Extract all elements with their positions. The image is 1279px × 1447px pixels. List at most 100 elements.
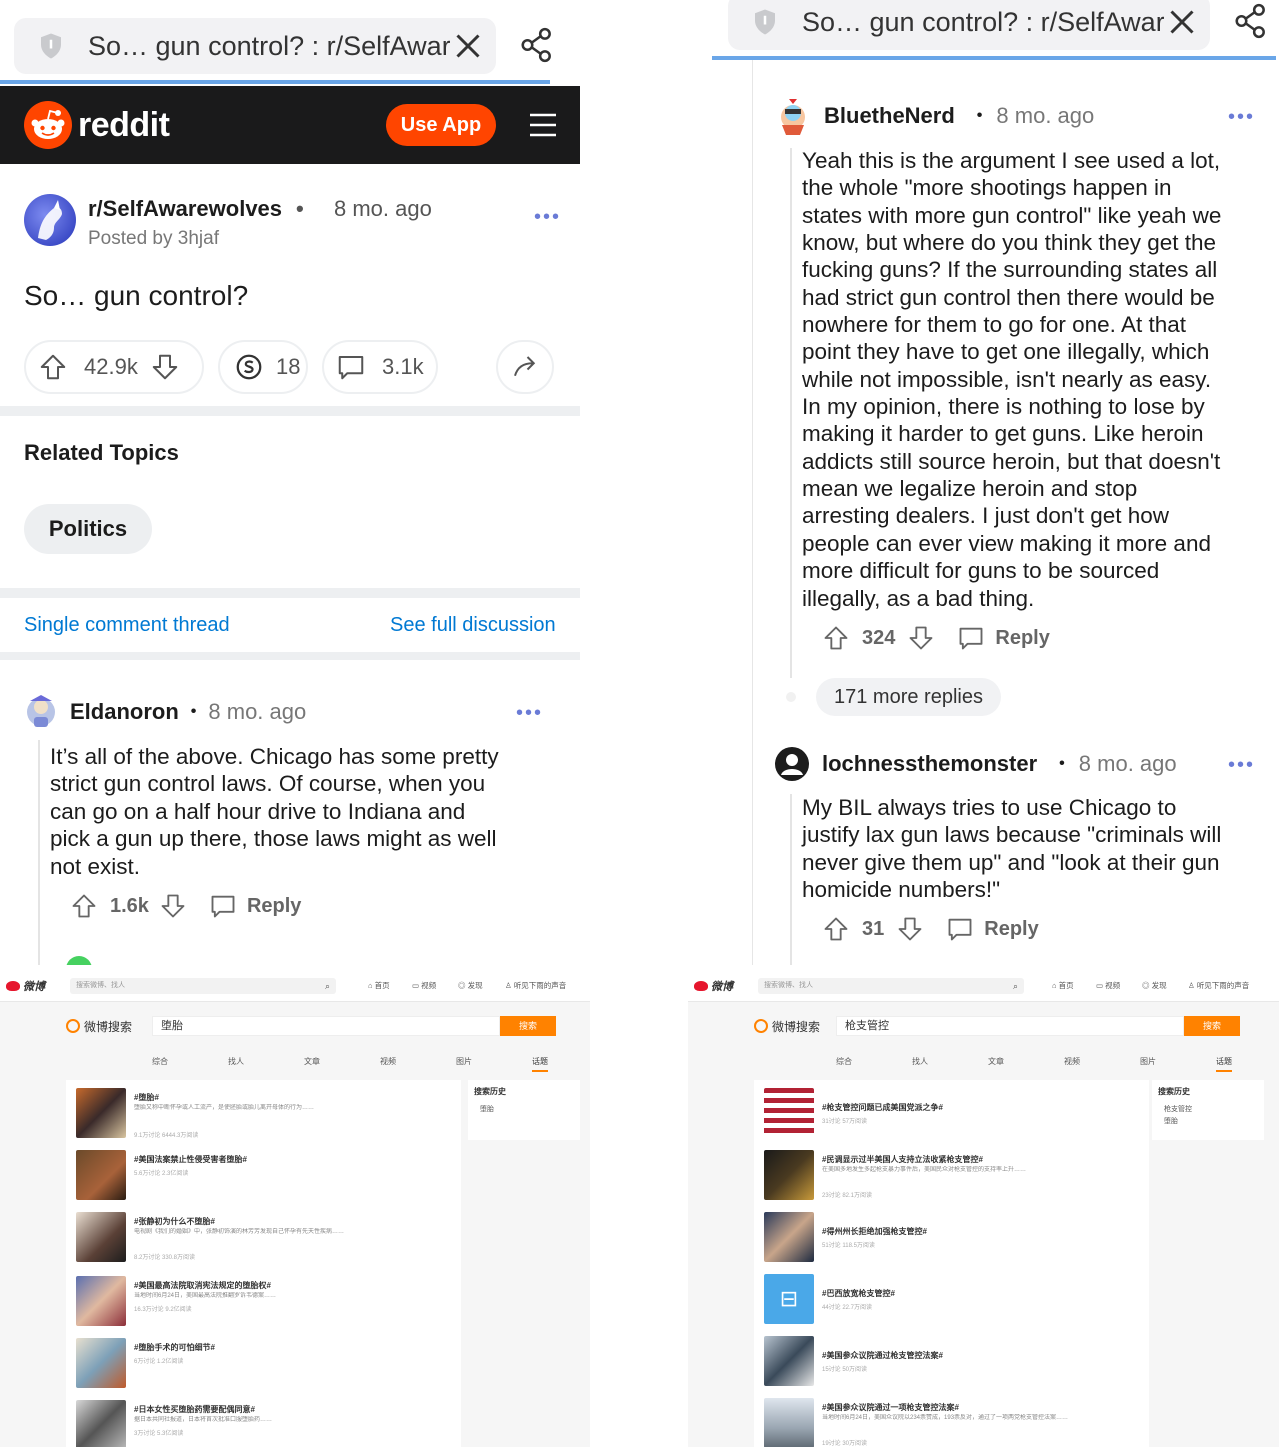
post-title[interactable]: So… gun control? <box>24 280 248 312</box>
weibo-search-input[interactable]: 堕胎 <box>152 1016 500 1036</box>
share-button[interactable] <box>496 340 554 394</box>
weibo-search-button[interactable]: 搜索 <box>500 1016 556 1036</box>
weibo-top-search-input[interactable]: 搜索微博、找人 ⌕ <box>758 978 1024 994</box>
downvote-icon[interactable] <box>896 915 924 943</box>
tab-comprehensive[interactable]: 综合 <box>836 1056 852 1067</box>
tab-images[interactable]: 图片 <box>456 1056 472 1067</box>
thread-line[interactable] <box>38 740 40 965</box>
comment-body: Yeah this is the argument I see used a l… <box>802 148 1222 611</box>
history-item[interactable]: 枪支管控 <box>1164 1104 1192 1114</box>
nav-video[interactable]: ▭ 视频 <box>1096 980 1120 991</box>
reddit-logo-icon[interactable] <box>24 101 72 149</box>
tab-articles[interactable]: 文章 <box>304 1056 320 1067</box>
user-avatar[interactable] <box>22 693 60 731</box>
list-item[interactable]: #堕胎手术的可怕细节# 6万讨论 1.2亿阅读 <box>76 1338 456 1392</box>
wolf-avatar-icon <box>38 200 62 240</box>
downvote-icon[interactable] <box>150 352 180 382</box>
reply-button[interactable]: Reply <box>984 918 1038 941</box>
tab-topics[interactable]: 话题 <box>1216 1056 1232 1072</box>
awards-button[interactable]: 18 <box>218 340 308 394</box>
share-nodes-icon[interactable] <box>518 26 556 64</box>
weibo-result-tabs: 综合 找人 文章 视频 图片 话题 <box>120 1056 560 1074</box>
user-avatar[interactable] <box>774 746 810 782</box>
nav-discover[interactable]: ◎ 发现 <box>1142 980 1167 991</box>
close-icon[interactable] <box>450 28 486 64</box>
downvote-icon[interactable] <box>159 892 187 920</box>
share-nodes-icon[interactable] <box>1232 2 1270 40</box>
weibo-result-tabs: 综合 找人 文章 视频 图片 话题 <box>808 1056 1248 1074</box>
nav-user[interactable]: ♙ 听见下雨的声音 <box>1188 980 1249 991</box>
subreddit-avatar[interactable] <box>24 194 76 246</box>
weibo-top-search-input[interactable]: 搜索微博、找人 ⌕ <box>70 978 336 994</box>
tab-people[interactable]: 找人 <box>228 1056 244 1067</box>
award-count: 18 <box>276 354 301 379</box>
weibo-logo[interactable]: 微博 <box>6 978 45 994</box>
tab-topics[interactable]: 话题 <box>532 1056 548 1072</box>
topic-chip-politics[interactable]: Politics <box>24 504 152 554</box>
weibo-search-input[interactable]: 枪支管控 <box>836 1016 1184 1036</box>
comment-more-options[interactable]: ••• <box>1228 754 1255 777</box>
list-item[interactable]: #美国最高法院取消宪法规定的堕胎权# 当地时间6月24日，美国最高法院推翻罗诉韦… <box>76 1276 456 1330</box>
nav-discover[interactable]: ◎ 发现 <box>458 980 483 991</box>
nav-home[interactable]: ⌂ 首页 <box>368 980 390 991</box>
topic-thumbnail <box>76 1150 126 1200</box>
thread-line[interactable] <box>790 794 792 965</box>
nav-user[interactable]: ♙ 听见下雨的声音 <box>505 980 566 991</box>
list-item[interactable]: #张静初为什么不堕胎# 电视剧《我们的婚姻》中，张静初饰演的林芳芳发现自己怀孕有… <box>76 1212 456 1266</box>
tab-video[interactable]: 视频 <box>1064 1056 1080 1067</box>
weibo-top-bar: 微博 搜索微博、找人 ⌕ ⌂ 首页 ▭ 视频 ◎ 发现 ♙ 听见下雨的声音 <box>0 970 590 1002</box>
comments-button[interactable]: 3.1k <box>322 340 438 394</box>
list-item[interactable]: #民调显示过半美国人支持立法收紧枪支管控# 在美国多地发生多起枪支暴力事件后，美… <box>764 1150 1144 1204</box>
weibo-logo[interactable]: 微博 <box>694 978 733 994</box>
tab-video[interactable]: 视频 <box>380 1056 396 1067</box>
shield-icon <box>755 9 775 35</box>
list-item[interactable]: #美国参众议院通过枪支管控法案# 15讨论 50万阅读 <box>764 1336 1144 1390</box>
list-item[interactable]: #日本女性买堕胎药需要配偶同意# 据日本共同社报道，日本将首次批准口服堕胎药……… <box>76 1400 456 1447</box>
list-item[interactable]: #枪支管控问题已成美国党派之争# 31讨论 57万阅读 <box>764 1088 1144 1142</box>
downvote-icon[interactable] <box>907 624 935 652</box>
weibo-search-button[interactable]: 搜索 <box>1184 1016 1240 1036</box>
tab-people[interactable]: 找人 <box>912 1056 928 1067</box>
upvote-icon[interactable] <box>822 624 850 652</box>
upvote-icon[interactable] <box>38 352 68 382</box>
list-item[interactable]: #得州州长拒绝加强枪支管控# 51讨论 118.5万阅读 <box>764 1212 1144 1266</box>
comment-more-options[interactable]: ••• <box>1228 106 1255 129</box>
comment-username[interactable]: BluetheNerd <box>824 103 955 129</box>
more-replies-button[interactable]: 171 more replies <box>816 678 1001 716</box>
see-full-discussion-link[interactable]: See full discussion <box>390 614 556 637</box>
list-item[interactable]: #美国参众议院通过一项枪支管控法案# 当地时间6月24日，美国众议院以234票赞… <box>764 1398 1144 1447</box>
posted-by[interactable]: Posted by 3hjaf <box>88 228 219 250</box>
reply-bubble-icon <box>211 895 235 918</box>
upvote-icon[interactable] <box>822 915 850 943</box>
reddit-header: reddit Use App <box>0 86 580 164</box>
comment-username[interactable]: Eldanoron <box>70 699 179 725</box>
user-avatar[interactable] <box>774 95 812 137</box>
nav-home[interactable]: ⌂ 首页 <box>1052 980 1074 991</box>
history-item[interactable]: 堕胎 <box>1164 1116 1178 1126</box>
hamburger-menu-icon[interactable] <box>528 110 558 140</box>
browser-tab[interactable]: So… gun control? : r/SelfAwar <box>728 0 1210 50</box>
comment-more-options[interactable]: ••• <box>516 702 543 725</box>
nav-video[interactable]: ▭ 视频 <box>412 980 436 991</box>
browser-tab[interactable]: So… gun control? : r/SelfAwar <box>14 18 496 74</box>
close-icon[interactable] <box>1164 4 1200 40</box>
single-comment-thread-link[interactable]: Single comment thread <box>24 614 230 637</box>
use-app-button[interactable]: Use App <box>386 104 496 146</box>
list-item[interactable]: #堕胎# 堕胎又称中断怀孕或人工流产，是使胚胎或胎儿离开母体的行为…… 9.1万… <box>76 1088 456 1142</box>
comment-username[interactable]: lochnessthemonster <box>822 751 1037 777</box>
tab-comprehensive[interactable]: 综合 <box>152 1056 168 1067</box>
reply-button[interactable]: Reply <box>247 895 301 918</box>
weibo-search-icon <box>754 1019 768 1033</box>
upvote-icon[interactable] <box>70 892 98 920</box>
history-item[interactable]: 堕胎 <box>480 1104 494 1114</box>
reply-button[interactable]: Reply <box>995 627 1049 650</box>
list-item[interactable]: ⊟ #巴西放宽枪支管控# 44讨论 22.7万阅读 <box>764 1274 1144 1328</box>
tab-articles[interactable]: 文章 <box>988 1056 1004 1067</box>
list-item[interactable]: #美国法案禁止性侵受害者堕胎# 5.6万讨论 2.3亿阅读 <box>76 1150 456 1204</box>
search-icon[interactable]: ⌕ <box>1013 978 1018 994</box>
search-icon[interactable]: ⌕ <box>325 978 330 994</box>
post-more-options[interactable]: ••• <box>534 206 561 229</box>
tab-images[interactable]: 图片 <box>1140 1056 1156 1067</box>
thread-line[interactable] <box>790 148 792 678</box>
subreddit-name[interactable]: r/SelfAwarewolves • <box>88 196 318 222</box>
